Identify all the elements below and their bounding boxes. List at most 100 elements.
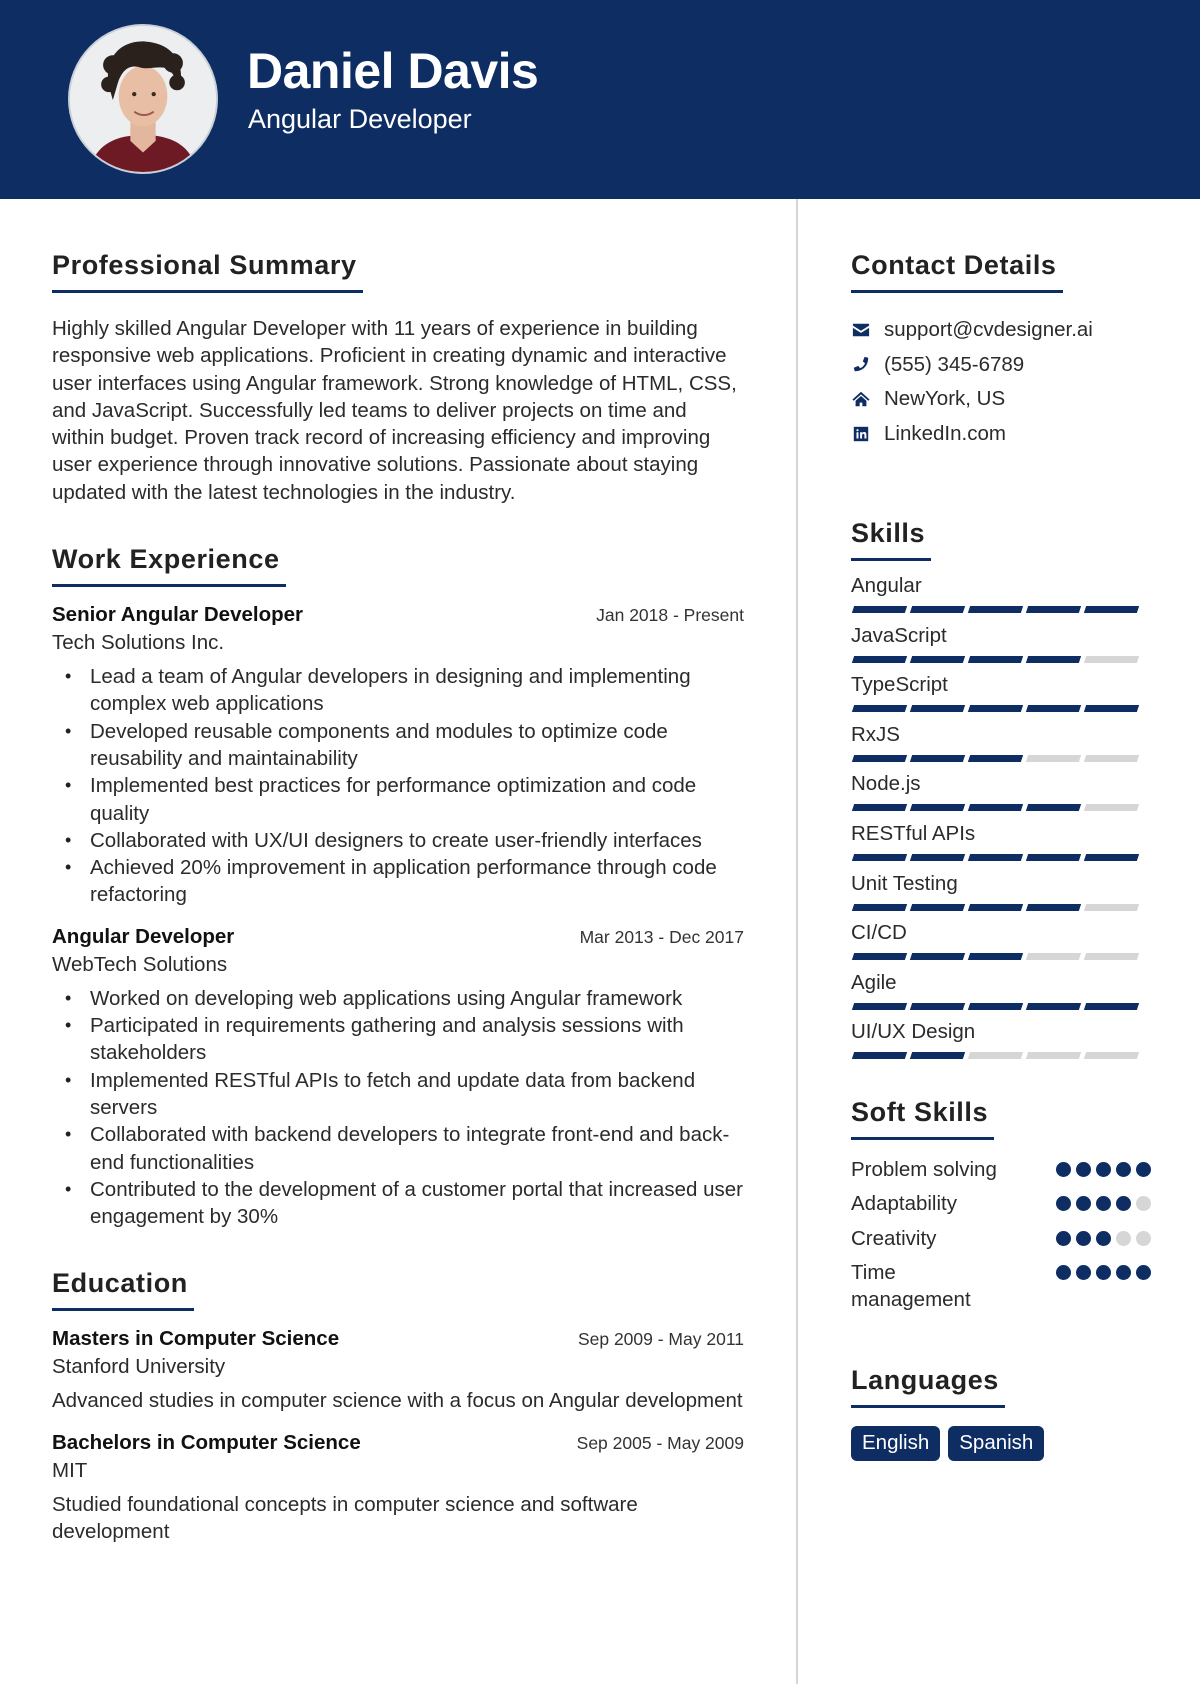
rating-dot-filled — [1076, 1265, 1091, 1281]
skill-segment-empty — [1083, 953, 1140, 961]
skill-segment-filled — [851, 1002, 908, 1010]
home-icon — [851, 389, 871, 409]
skill-segment-filled — [1025, 853, 1082, 861]
skill-level-bar — [851, 853, 1151, 861]
section-title: Soft Skills — [851, 1097, 995, 1140]
skill-segment-filled — [1025, 606, 1082, 613]
skill-segment-filled — [967, 655, 1024, 663]
list-item: Lead a team of Angular developers in des… — [52, 663, 744, 718]
rating-dot-filled — [1116, 1196, 1131, 1212]
education-description: Studied foundational concepts in compute… — [52, 1492, 638, 1544]
school-name: Stanford University — [52, 1355, 226, 1379]
column-divider — [796, 199, 798, 1684]
job-title: Senior Angular Developer — [52, 603, 303, 627]
header-banner: Daniel Davis Angular Developer — [0, 0, 1200, 199]
skill-segment-filled — [851, 754, 908, 762]
contact-email[interactable]: support@cvdesigner.ai — [851, 313, 1151, 348]
language-badge: Spanish — [948, 1426, 1045, 1462]
language-badge: English — [851, 1426, 941, 1462]
skill-segment-empty — [1083, 804, 1140, 812]
skill-name: Angular — [851, 574, 922, 597]
skill-segment-filled — [1025, 1002, 1082, 1010]
skill-segment-empty — [1083, 1052, 1140, 1060]
skill-item: TypeScript — [851, 670, 1151, 720]
skill-segment-empty — [1083, 903, 1140, 911]
section-title: Contact Details — [851, 250, 1063, 293]
job-entry: Angular Developer Mar 2013 - Dec 2017 We… — [52, 925, 744, 1231]
contact-section: Contact Details support@cvdesigner.ai (5… — [851, 250, 1151, 451]
skill-segment-filled — [851, 953, 908, 961]
rating-dot-empty — [1116, 1230, 1131, 1246]
skill-name: Node.js — [851, 772, 921, 796]
education-dates: Sep 2009 - May 2011 — [577, 1329, 744, 1350]
skill-segment-filled — [967, 705, 1024, 713]
skills-section: Skills Angular JavaScript TypeScript RxJS No… — [851, 518, 1151, 1067]
skill-segment-filled — [909, 705, 966, 713]
person-avatar-icon — [70, 26, 216, 172]
skill-item: Angular — [851, 571, 1151, 621]
soft-skill-item: Problem solving — [851, 1156, 1151, 1191]
soft-skills-section: Soft Skills Problem solving Adaptability C… — [851, 1097, 1151, 1314]
skill-level-bar — [851, 705, 1151, 713]
skill-segment-filled — [1025, 655, 1082, 663]
section-title: Skills — [851, 518, 932, 561]
skill-segment-filled — [851, 705, 908, 713]
skill-name: TypeScript — [851, 673, 948, 697]
skill-segment-filled — [909, 903, 966, 911]
skill-segment-filled — [967, 1002, 1024, 1010]
list-item: Achieved 20% improvement in application … — [52, 854, 744, 909]
rating-dot-filled — [1136, 1161, 1151, 1177]
soft-skill-rating — [1056, 1259, 1151, 1313]
skill-item: RxJS — [851, 720, 1151, 770]
skill-segment-filled — [1083, 853, 1140, 861]
languages-section: Languages English Spanish — [851, 1365, 1151, 1462]
skill-segment-empty — [1025, 754, 1082, 762]
list-item: Collaborated with backend developers to … — [52, 1121, 744, 1176]
job-dates: Mar 2013 - Dec 2017 — [579, 926, 744, 947]
skill-level-bar — [851, 903, 1151, 911]
rating-dot-filled — [1096, 1230, 1111, 1246]
soft-skill-item: Creativity — [851, 1225, 1151, 1260]
skill-segment-filled — [851, 655, 908, 663]
contact-location: NewYork, US — [851, 382, 1151, 417]
skill-name: JavaScript — [851, 623, 947, 647]
skill-segment-filled — [967, 754, 1024, 762]
skill-item: CI/CD — [851, 918, 1151, 968]
skill-segment-filled — [909, 1002, 966, 1010]
skills-list: Angular JavaScript TypeScript RxJS Node.js RE… — [851, 571, 1151, 1067]
skill-segment-filled — [1083, 606, 1140, 613]
main-column: Professional Summary Highly skilled Angu… — [52, 250, 744, 1545]
soft-skill-item: Adaptability — [851, 1190, 1151, 1225]
skill-level-bar — [851, 754, 1151, 762]
phone-icon — [851, 355, 871, 375]
rating-dot-filled — [1116, 1265, 1131, 1281]
rating-dot-filled — [1136, 1265, 1151, 1281]
skill-segment-filled — [909, 1052, 966, 1060]
contact-linkedin[interactable]: LinkedIn.com — [851, 417, 1151, 452]
linkedin-icon — [851, 424, 871, 444]
soft-skill-name: Creativity — [851, 1226, 937, 1250]
skill-segment-filled — [909, 804, 966, 812]
skill-level-bar — [851, 655, 1151, 663]
list-item: Collaborated with UX/UI designers to cre… — [52, 827, 744, 855]
skill-level-bar — [851, 1002, 1151, 1010]
summary-text: Highly skilled Angular Developer with 11… — [52, 317, 737, 504]
skill-name: RxJS — [851, 722, 900, 746]
education-section: Education Masters in Computer Science Se… — [52, 1268, 744, 1545]
soft-skills-list: Problem solving Adaptability Creativity Tim… — [851, 1156, 1151, 1314]
education-dates: Sep 2005 - May 2009 — [576, 1432, 744, 1453]
rating-dot-filled — [1076, 1161, 1091, 1177]
skill-item: UI/UX Design — [851, 1017, 1151, 1067]
contact-phone[interactable]: (555) 345-6789 — [851, 348, 1151, 383]
skill-level-bar — [851, 1052, 1151, 1060]
rating-dot-filled — [1096, 1161, 1111, 1177]
skill-name: Agile — [851, 970, 897, 994]
list-item: Contributed to the development of a cust… — [52, 1176, 744, 1231]
skill-segment-empty — [1025, 953, 1082, 961]
envelope-icon — [851, 320, 871, 340]
languages-list: English Spanish — [851, 1426, 1151, 1462]
job-company: WebTech Solutions — [52, 952, 228, 976]
skill-segment-empty — [1025, 1052, 1082, 1060]
rating-dot-filled — [1076, 1230, 1091, 1246]
candidate-title: Angular Developer — [248, 104, 472, 134]
